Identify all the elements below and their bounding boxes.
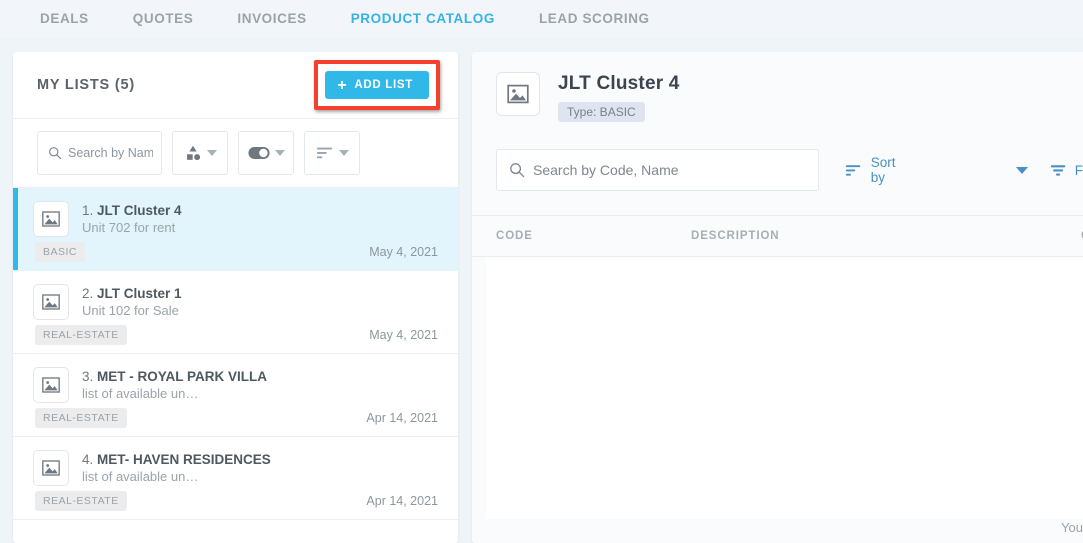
list-thumbnail (33, 201, 69, 237)
list-item-type-badge: REAL-ESTATE (35, 491, 127, 511)
tab-deals[interactable]: DEALS (18, 0, 111, 38)
chevron-down-icon (206, 150, 217, 156)
list-item-index: 4. (82, 452, 94, 467)
primary-tab-bar: DEALS QUOTES INVOICES PRODUCT CATALOG LE… (0, 0, 1083, 38)
column-header-description[interactable]: DESCRIPTION (691, 230, 1081, 242)
list-item-title: 1. JLT Cluster 4 (82, 202, 182, 219)
toggle-switch-icon (247, 146, 270, 160)
list-item[interactable]: 4. MET- HAVEN RESIDENCES list of availab… (13, 437, 458, 520)
my-lists-header: MY LISTS (5) + ADD LIST (13, 52, 458, 118)
add-list-button[interactable]: + ADD LIST (325, 71, 429, 99)
list-thumbnail (33, 450, 69, 486)
filter-funnel-icon (1050, 164, 1067, 177)
list-search-box[interactable] (37, 131, 162, 175)
list-item-name: JLT Cluster 4 (97, 203, 182, 218)
list-item-subtitle: Unit 102 for Sale (82, 303, 179, 318)
shape-filter-dropdown[interactable] (172, 131, 228, 175)
detail-title: JLT Cluster 4 (558, 73, 680, 94)
list-item-name: MET - ROYAL PARK VILLA (97, 369, 268, 384)
list-item-subtitle: list of available un… (82, 469, 199, 484)
list-item-type-badge: REAL-ESTATE (35, 408, 127, 428)
lists-collection: 1. JLT Cluster 4 Unit 702 for rent BASIC… (13, 187, 458, 543)
chevron-down-icon (274, 150, 285, 156)
list-item-date: May 4, 2021 (369, 328, 438, 342)
toggle-filter-dropdown[interactable] (238, 131, 294, 175)
detail-thumbnail (496, 72, 540, 116)
list-item-type-badge: REAL-ESTATE (35, 325, 127, 345)
list-item[interactable]: 3. MET - ROYAL PARK VILLA list of availa… (13, 354, 458, 437)
list-item[interactable]: 1. JLT Cluster 4 Unit 702 for rent BASIC… (13, 188, 458, 271)
list-item-index: 2. (82, 286, 94, 301)
tab-product-catalog[interactable]: PRODUCT CATALOG (329, 0, 517, 38)
list-item-date: Apr 14, 2021 (366, 494, 438, 508)
list-search-input[interactable] (68, 146, 153, 160)
filter-by-label: F (1074, 162, 1083, 178)
plus-icon: + (337, 76, 348, 94)
search-icon (48, 146, 62, 160)
detail-toolbar: Sort by F (472, 122, 1083, 191)
search-icon (509, 162, 525, 178)
list-item-type-badge: BASIC (35, 242, 86, 262)
sort-filter-dropdown[interactable] (304, 131, 360, 175)
sort-by-chevron-down-icon[interactable] (1015, 166, 1028, 174)
sort-by-label: Sort by (870, 155, 896, 185)
column-header-code[interactable]: CODE (496, 230, 691, 242)
product-search-box[interactable] (496, 149, 819, 191)
list-thumbnail (33, 284, 69, 320)
my-lists-title: MY LISTS (5) (37, 77, 135, 93)
list-item-index: 1. (82, 203, 94, 218)
tab-lead-scoring[interactable]: LEAD SCORING (517, 0, 672, 38)
sort-lines-icon (316, 146, 334, 160)
list-item-name: MET- HAVEN RESIDENCES (97, 452, 271, 467)
detail-type-badge: Type: BASIC (558, 102, 645, 122)
filter-by-control[interactable]: F (1050, 163, 1083, 178)
detail-footnote: You (1061, 520, 1083, 535)
list-thumbnail (33, 367, 69, 403)
detail-header: JLT Cluster 4 Type: BASIC (472, 52, 1083, 122)
products-table-header: CODE DESCRIPTION CR (472, 215, 1083, 257)
list-item-subtitle: list of available un… (82, 386, 199, 401)
add-list-highlight-box: + ADD LIST (314, 60, 440, 110)
list-filter-row (13, 118, 458, 187)
list-detail-panel: JLT Cluster 4 Type: BASIC Search by Code… (472, 52, 1083, 543)
tab-invoices[interactable]: INVOICES (215, 0, 328, 38)
shapes-icon (184, 144, 202, 162)
list-item-date: May 4, 2021 (369, 245, 438, 259)
add-list-label: ADD LIST (354, 79, 413, 91)
list-item-subtitle: Unit 702 for rent (82, 220, 176, 235)
list-item-title: 4. MET- HAVEN RESIDENCES (82, 451, 271, 468)
list-item-index: 3. (82, 369, 94, 384)
list-item-date: Apr 14, 2021 (366, 411, 438, 425)
list-item-name: JLT Cluster 1 (97, 286, 182, 301)
sort-lines-icon (845, 164, 862, 177)
products-table-body (486, 257, 1083, 519)
list-item-title: 2. JLT Cluster 1 (82, 285, 182, 302)
product-search-input[interactable] (533, 162, 806, 178)
my-lists-panel: MY LISTS (5) + ADD LIST Search by Name 1… (13, 52, 458, 543)
sort-by-control[interactable]: Sort by (845, 155, 908, 185)
list-item[interactable]: 2. JLT Cluster 1 Unit 102 for Sale REAL-… (13, 271, 458, 354)
tab-quotes[interactable]: QUOTES (111, 0, 216, 38)
workspace: MY LISTS (5) + ADD LIST Search by Name 1… (0, 38, 1083, 543)
list-item-title: 3. MET - ROYAL PARK VILLA (82, 368, 267, 385)
chevron-down-icon (338, 150, 349, 156)
